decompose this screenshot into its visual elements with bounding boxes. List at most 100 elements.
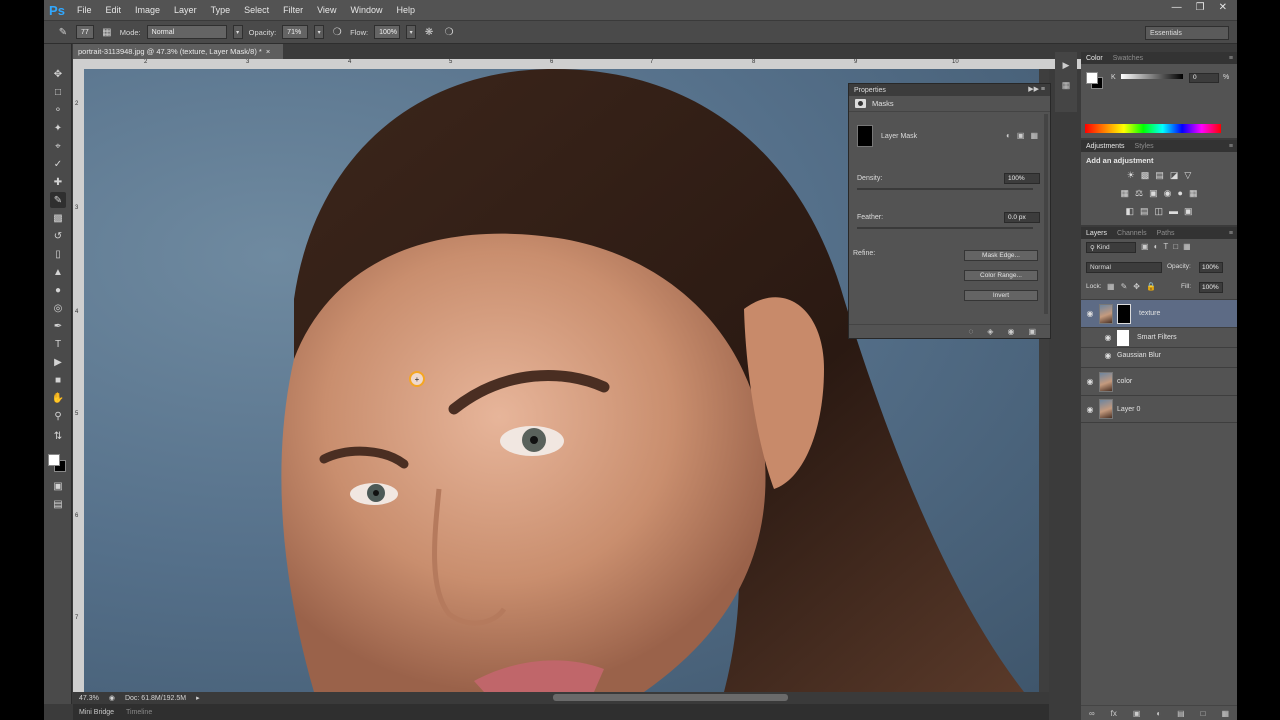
stamp-tool-icon[interactable]: ▩ [50, 210, 66, 226]
lock-all-icon[interactable]: 🔒 [1146, 282, 1156, 291]
eye-icon[interactable]: ◉ [1099, 351, 1117, 360]
layer-row-color[interactable]: ◉ color [1081, 367, 1237, 395]
close-document-icon[interactable]: × [266, 47, 270, 56]
filter-adjustment-icon[interactable]: ◐ [1154, 242, 1159, 251]
properties-scrollbar[interactable] [1044, 114, 1048, 314]
tab-timeline[interactable]: Timeline [126, 709, 152, 716]
document-tab[interactable]: portrait-3113948.jpg @ 47.3% (texture, L… [73, 44, 283, 59]
selective-color-icon[interactable]: ▣ [1184, 206, 1193, 217]
lock-pixels-icon[interactable]: ✎ [1121, 282, 1128, 291]
quick-select-tool-icon[interactable]: ✦ [50, 120, 66, 136]
opacity-input[interactable]: 71% [282, 25, 309, 39]
mode-dropdown[interactable]: Normal [146, 25, 227, 39]
filter-pixel-icon[interactable]: ▣ [1141, 242, 1149, 251]
layer-thumbnail[interactable] [1099, 303, 1113, 324]
brush-tool-icon[interactable]: ✎ [56, 25, 70, 39]
menu-filter[interactable]: Filter [276, 5, 310, 15]
menu-window[interactable]: Window [343, 5, 389, 15]
pen-tool-icon[interactable]: ✒ [50, 318, 66, 334]
threshold-icon[interactable]: ◫ [1155, 206, 1164, 217]
feather-input[interactable]: 0.0 px [1004, 212, 1040, 223]
brush-size-picker[interactable]: 77 [76, 25, 94, 39]
chevron-down-icon[interactable]: ▾ [314, 25, 325, 39]
color-foreground-swatch[interactable] [1086, 72, 1098, 84]
pressure-opacity-icon[interactable]: ❍ [330, 25, 344, 39]
properties-header[interactable]: Properties ▶▶ ≡ [849, 84, 1050, 96]
screen-mode-icon[interactable]: ▤ [50, 496, 66, 512]
lock-transparency-icon[interactable]: ▦ [1107, 282, 1115, 291]
layer-filter-dropdown[interactable]: ⚲ Kind [1086, 242, 1136, 253]
visibility-icon[interactable]: ◉ [1007, 327, 1014, 336]
menu-layer[interactable]: Layer [167, 5, 204, 15]
k-slider[interactable] [1121, 74, 1183, 79]
flow-input[interactable]: 100% [374, 25, 401, 39]
lock-position-icon[interactable]: ✥ [1133, 282, 1140, 291]
color-spectrum-bar[interactable] [1085, 124, 1221, 133]
filter-type-icon[interactable]: T [1163, 242, 1168, 251]
healing-tool-icon[interactable]: ✚ [50, 174, 66, 190]
exposure-icon[interactable]: ◪ [1170, 170, 1179, 181]
tab-swatches[interactable]: Swatches [1113, 55, 1143, 62]
blur-tool-icon[interactable]: ● [50, 282, 66, 298]
shape-tool-icon[interactable]: ■ [50, 372, 66, 388]
vector-mask-icon[interactable]: ◐ [1006, 131, 1011, 140]
density-input[interactable]: 100% [1004, 173, 1040, 184]
menu-type[interactable]: Type [204, 5, 238, 15]
load-selection-icon[interactable]: ◌ [969, 327, 974, 336]
new-layer-icon[interactable]: □ [1201, 709, 1206, 718]
eye-icon[interactable]: ◉ [1081, 405, 1099, 414]
photo-filter-icon[interactable]: ◉ [1164, 188, 1172, 199]
panel-menu-icon[interactable]: ≡ [1229, 143, 1233, 150]
mask-thumbnail[interactable] [857, 125, 873, 147]
panel-menu-icon[interactable]: ≡ [1229, 55, 1233, 62]
tab-paths[interactable]: Paths [1157, 230, 1175, 237]
crop-tool-icon[interactable]: ⌖ [50, 138, 66, 154]
trash-icon[interactable]: ▦ [1221, 709, 1229, 718]
menu-help[interactable]: Help [389, 5, 422, 15]
layer-thumbnail[interactable] [1099, 371, 1113, 392]
color-lookup-icon[interactable]: ▦ [1189, 188, 1198, 199]
paint-bucket-tool-icon[interactable]: ▲ [50, 264, 66, 280]
filter-smart-icon[interactable]: ▦ [1183, 242, 1191, 251]
new-adjustment-icon[interactable]: ◐ [1156, 709, 1161, 718]
zoom-level[interactable]: 47.3% [79, 695, 99, 702]
feather-slider[interactable] [857, 227, 1033, 229]
layer-opacity-input[interactable]: 100% [1199, 262, 1223, 273]
foreground-color-swatch[interactable] [48, 454, 60, 466]
restore-icon[interactable]: ❐ [1196, 2, 1205, 13]
menu-file[interactable]: File [70, 5, 99, 15]
workspace-dropdown[interactable]: Essentials [1145, 26, 1229, 40]
fx-icon[interactable]: fx [1111, 709, 1117, 718]
type-tool-icon[interactable]: T [50, 336, 66, 352]
vertical-ruler[interactable]: 2 3 4 5 6 7 [73, 69, 84, 692]
link-layers-icon[interactable]: ∞ [1089, 709, 1095, 718]
k-value-input[interactable]: 0 [1189, 73, 1219, 83]
marquee-tool-icon[interactable]: □ [50, 84, 66, 100]
quick-mask-icon[interactable]: ▣ [50, 478, 66, 494]
brush-tool-icon[interactable]: ✎ [50, 192, 66, 208]
tab-channels[interactable]: Channels [1117, 230, 1147, 237]
posterize-icon[interactable]: ▤ [1140, 206, 1149, 217]
panel-collapse-icon[interactable]: ▶▶ ≡ [1028, 85, 1045, 93]
tab-layers[interactable]: Layers [1086, 230, 1107, 237]
properties-panel-icon[interactable]: ▦ [1059, 78, 1073, 92]
density-slider[interactable] [857, 188, 1033, 190]
zoom-tool-icon[interactable]: ⚲ [50, 408, 66, 424]
vibrance-icon[interactable]: ▽ [1184, 170, 1191, 181]
tab-color[interactable]: Color [1086, 55, 1103, 62]
path-select-tool-icon[interactable]: ▶ [50, 354, 66, 370]
airbrush-icon[interactable]: ❋ [422, 25, 436, 39]
smart-filters-row[interactable]: ◉ Smart Filters [1081, 327, 1237, 347]
filter-shape-icon[interactable]: □ [1173, 242, 1178, 251]
menu-image[interactable]: Image [128, 5, 167, 15]
add-mask-icon[interactable]: ▣ [1133, 709, 1141, 718]
channel-mixer-icon[interactable]: ● [1178, 188, 1183, 199]
eraser-tool-icon[interactable]: ▯ [50, 246, 66, 262]
curves-icon[interactable]: ▤ [1155, 170, 1164, 181]
color-range-button[interactable]: Color Range... [964, 270, 1038, 281]
chevron-down-icon[interactable]: ▾ [232, 25, 243, 39]
hue-saturation-icon[interactable]: ▦ [1121, 188, 1130, 199]
pixel-mask-icon[interactable]: ▣ [1017, 131, 1025, 140]
levels-icon[interactable]: ▩ [1141, 170, 1150, 181]
horizontal-ruler[interactable]: 2 3 4 5 6 7 8 9 10 [84, 59, 1092, 69]
